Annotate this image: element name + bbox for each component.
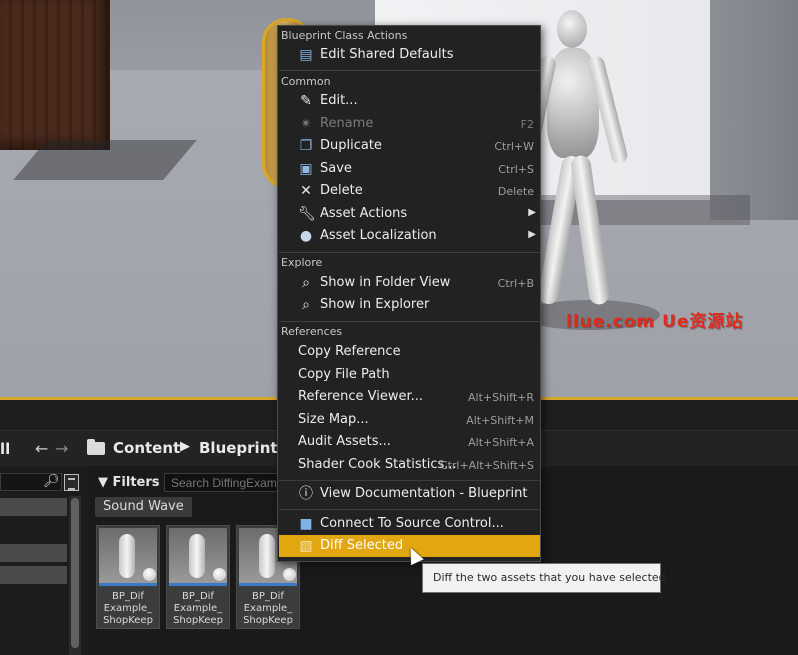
- folder-tree-item[interactable]: [0, 498, 67, 516]
- asset-name: BP_Dif Example_ ShopKeep: [173, 591, 223, 626]
- pencil-icon: ✎: [300, 93, 312, 109]
- menu-separator: [279, 252, 540, 253]
- menu-item-audit-assets[interactable]: Audit Assets... Alt+Shift+A: [279, 431, 540, 453]
- menu-item-rename[interactable]: ✴ Rename F2: [279, 113, 540, 135]
- filters-button[interactable]: ▼ Filters ▾: [98, 475, 171, 490]
- scrollbar-thumb[interactable]: [71, 498, 79, 648]
- defaults-icon: ▤: [299, 47, 313, 63]
- menu-separator: [279, 480, 540, 481]
- filter-chip-sound-wave[interactable]: Sound Wave: [95, 497, 192, 517]
- asset-thumbnail: [99, 528, 157, 586]
- submenu-arrow-icon: ▶: [528, 207, 536, 218]
- diff-tooltip: Diff the two assets that you have select…: [422, 563, 669, 593]
- menu-separator: [279, 321, 540, 322]
- delete-x-icon: ✕: [300, 183, 312, 199]
- folder-tree-scrollbar[interactable]: [69, 496, 81, 655]
- breadcrumb-blueprints[interactable]: Blueprints: [199, 439, 286, 457]
- menu-item-duplicate[interactable]: ❐ Duplicate Ctrl+W: [279, 135, 540, 157]
- folder-icon: [87, 439, 105, 455]
- asset-name: BP_Dif Example_ ShopKeep: [243, 591, 293, 626]
- asset-name: BP_Dif Example_ ShopKeep: [103, 591, 153, 626]
- duplicate-icon: ❐: [299, 138, 313, 154]
- menu-item-connect-source-control[interactable]: ■ Connect To Source Control...: [279, 513, 540, 535]
- menu-item-view-documentation[interactable]: ⓘ View Documentation - Blueprint: [279, 483, 540, 505]
- breadcrumb-content[interactable]: Content: [113, 439, 180, 457]
- menu-item-show-in-folder-view[interactable]: ⌕ Show in Folder View Ctrl+B: [279, 272, 540, 294]
- search-icon[interactable]: 🔎︎: [43, 474, 60, 489]
- help-icon: ⓘ: [299, 486, 313, 502]
- menu-item-delete[interactable]: ✕ Delete Delete: [279, 180, 540, 202]
- menu-item-shader-cook-statistics[interactable]: Shader Cook Statistics... Ctrl+Alt+Shift…: [279, 454, 540, 476]
- mannequin-figure[interactable]: [518, 10, 630, 320]
- rename-icon: ✴: [300, 116, 312, 132]
- wrench-icon: 🔧︎: [298, 206, 316, 222]
- folder-tree-item[interactable]: [0, 544, 67, 562]
- section-header-explore: Explore: [281, 256, 323, 269]
- asset-search-input[interactable]: [164, 473, 294, 492]
- asset-thumbnail: [169, 528, 227, 586]
- menu-item-copy-file-path[interactable]: Copy File Path: [279, 364, 540, 386]
- menu-separator: [279, 70, 540, 71]
- menu-item-copy-reference[interactable]: Copy Reference: [279, 341, 540, 363]
- source-control-icon: ■: [299, 516, 313, 532]
- save-icon: ▣: [299, 161, 313, 177]
- folder-tree-panel: 🔎︎: [0, 470, 84, 655]
- asset-tile[interactable]: BP_Dif Example_ ShopKeep: [166, 525, 230, 629]
- section-header-class-actions: Blueprint Class Actions: [281, 29, 408, 42]
- diff-icon: ▧: [299, 538, 313, 554]
- section-header-references: References: [281, 325, 343, 338]
- view-options-icon[interactable]: [64, 474, 79, 491]
- breadcrumb-separator-icon[interactable]: ▶: [180, 439, 190, 454]
- watermark-text: llue.com Ue资源站: [566, 312, 744, 332]
- folder-tree-item[interactable]: [0, 566, 67, 584]
- menu-item-show-in-explorer[interactable]: ⌕ Show in Explorer: [279, 294, 540, 316]
- menu-item-reference-viewer[interactable]: Reference Viewer... Alt+Shift+R: [279, 386, 540, 408]
- menu-item-save[interactable]: ▣ Save Ctrl+S: [279, 158, 540, 180]
- asset-tile[interactable]: BP_Dif Example_ ShopKeep: [96, 525, 160, 629]
- menu-item-asset-localization[interactable]: ● Asset Localization ▶: [279, 225, 540, 247]
- toolbar-label-fragment[interactable]: ll: [0, 440, 10, 458]
- magnifier-icon: ⌕: [302, 297, 310, 313]
- filters-label: Filters: [112, 475, 160, 490]
- asset-context-menu: Blueprint Class Actions ▤ Edit Shared De…: [277, 25, 541, 562]
- wooden-crate: [0, 0, 110, 150]
- white-block-side: [710, 0, 798, 220]
- submenu-arrow-icon: ▶: [528, 229, 536, 240]
- section-header-common: Common: [281, 75, 331, 88]
- magnifier-icon: ⌕: [302, 275, 310, 291]
- back-arrow-icon[interactable]: ←: [35, 439, 48, 458]
- menu-item-asset-actions[interactable]: 🔧︎ Asset Actions ▶: [279, 203, 540, 225]
- globe-icon: ●: [299, 228, 313, 244]
- forward-arrow-icon[interactable]: →: [55, 439, 68, 458]
- menu-item-size-map[interactable]: Size Map... Alt+Shift+M: [279, 409, 540, 431]
- menu-item-edit[interactable]: ✎ Edit...: [279, 90, 540, 112]
- menu-separator: [279, 509, 540, 510]
- menu-item-edit-shared-defaults[interactable]: ▤ Edit Shared Defaults: [279, 44, 540, 66]
